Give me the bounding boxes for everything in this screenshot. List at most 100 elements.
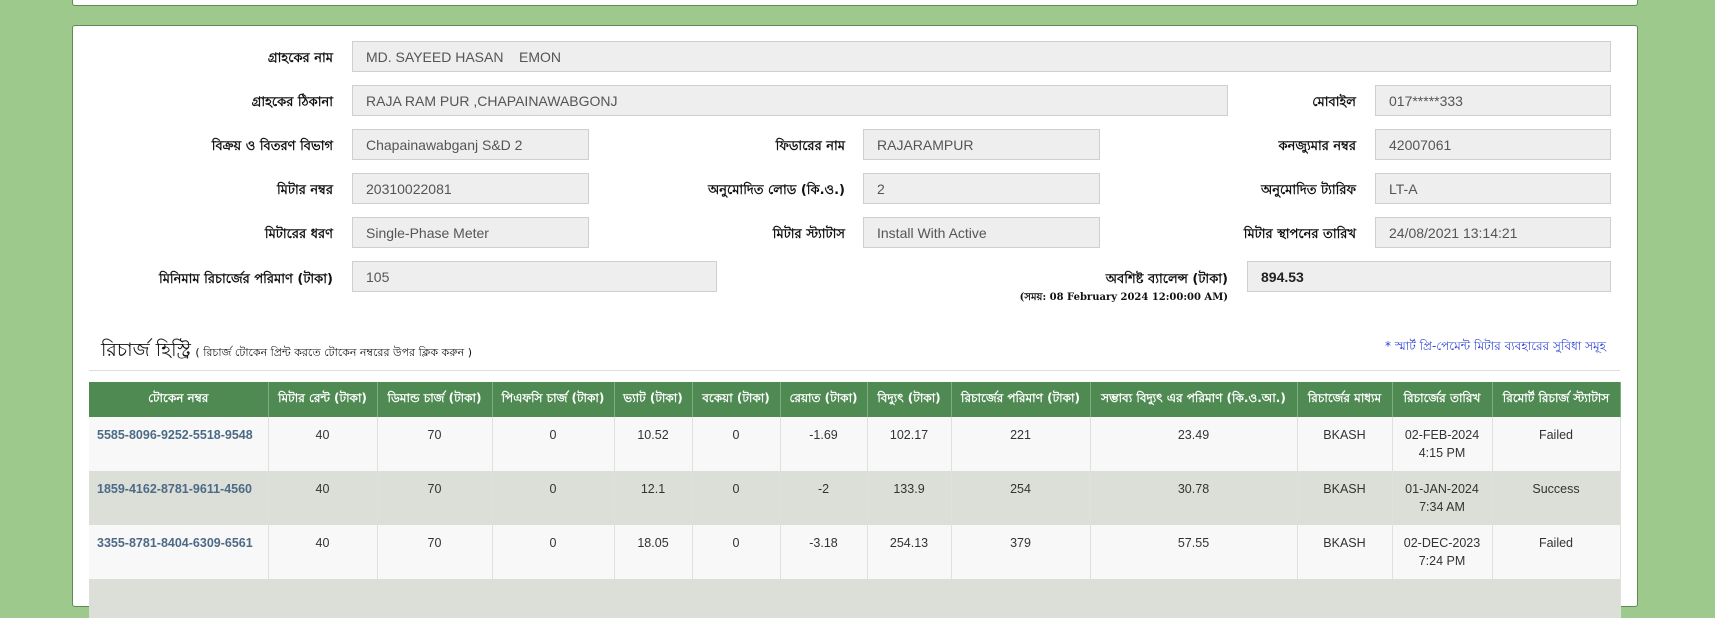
estimated-kwh-cell: 57.55 xyxy=(1090,525,1298,579)
recharge-medium-cell: BKASH xyxy=(1297,417,1393,471)
feeder-field: RAJARAMPUR xyxy=(863,129,1100,160)
demand-charge-cell: 70 xyxy=(377,471,493,525)
recharge-medium-cell: BKASH xyxy=(1297,471,1393,525)
recharge-time: 7:34 AM xyxy=(1419,500,1465,514)
smart-meter-benefits-link[interactable]: * স্মার্ট প্রি-পেমেন্ট মিটার ব্যবহারের স… xyxy=(1385,338,1606,358)
table-row-partial xyxy=(89,579,1621,618)
recharge-history-hint: ( রিচার্জ টোকেন প্রিন্ট করতে টোকেন নম্বর… xyxy=(195,346,473,359)
pfc-charge-cell: 0 xyxy=(492,471,615,525)
table-row: 1859-4162-8781-9611-4560 40 70 0 12.1 0 … xyxy=(89,471,1621,525)
mobile-field: 017*****333 xyxy=(1375,85,1611,116)
recharge-amount-cell: 221 xyxy=(951,417,1091,471)
consumer-number-field: 42007061 xyxy=(1375,129,1611,160)
table-row: 5585-8096-9252-5518-9548 40 70 0 10.52 0… xyxy=(89,417,1621,471)
col-header-demand-charge: ডিমান্ড চার্জ (টাকা) xyxy=(377,382,493,417)
col-header-arrear: বকেয়া (টাকা) xyxy=(692,382,781,417)
customer-address-field: RAJA RAM PUR ,CHAPAINAWABGONJ xyxy=(352,85,1228,116)
recharge-date: 02-DEC-2023 xyxy=(1403,536,1481,550)
recharge-date-cell: 02-DEC-2023 7:24 PM xyxy=(1392,525,1493,579)
recharge-date-cell: 02-FEB-2024 4:15 PM xyxy=(1392,417,1493,471)
remote-status-cell: Success xyxy=(1492,471,1621,525)
pfc-charge-cell: 0 xyxy=(492,417,615,471)
table-row: 3355-8781-8404-6309-6561 40 70 0 18.05 0… xyxy=(89,525,1621,579)
approved-load-field: 2 xyxy=(863,173,1100,204)
token-link[interactable]: 1859-4162-8781-9611-4560 xyxy=(89,471,269,525)
approved-load-label: অনুমোদিত লোড (কি.ও.) xyxy=(707,183,845,198)
vat-cell: 10.52 xyxy=(614,417,693,471)
recharge-date: 02-FEB-2024 xyxy=(1404,428,1480,442)
recharge-date-cell: 01-JAN-2024 7:34 AM xyxy=(1392,471,1493,525)
recharge-medium-cell: BKASH xyxy=(1297,525,1393,579)
approved-tariff-field: LT-A xyxy=(1375,173,1611,204)
meter-status-field: Install With Active xyxy=(863,217,1100,248)
partial-row-cell xyxy=(89,579,1621,618)
feeder-label: ফিডারের নাম xyxy=(775,139,845,154)
token-link[interactable]: 3355-8781-8404-6309-6561 xyxy=(89,525,269,579)
vat-cell: 12.1 xyxy=(614,471,693,525)
vat-cell: 18.05 xyxy=(614,525,693,579)
col-header-meter-rent: মিটার রেন্ট (টাকা) xyxy=(268,382,378,417)
rebate-cell: -3.18 xyxy=(780,525,868,579)
consumer-number-label: কনজ্যুমার নম্বর xyxy=(1278,139,1357,154)
balance-label: অবশিষ্ট ব্যালেন্স (টাকা) xyxy=(1105,272,1228,287)
customer-address-label: গ্রাহকের ঠিকানা xyxy=(251,95,333,110)
rebate-cell: -2 xyxy=(780,471,868,525)
install-date-label: মিটার স্থাপনের তারিখ xyxy=(1243,227,1356,242)
customer-name-field: MD. SAYEED HASAN EMON xyxy=(352,41,1611,72)
arrear-cell: 0 xyxy=(692,525,781,579)
pfc-charge-cell: 0 xyxy=(492,525,615,579)
divider xyxy=(89,370,1620,371)
col-header-recharge-amount: রিচার্জের পরিমাণ (টাকা) xyxy=(951,382,1091,417)
recharge-history-title: রিচার্জ হিস্ট্রি xyxy=(101,339,191,361)
arrear-cell: 0 xyxy=(692,417,781,471)
recharge-time: 7:24 PM xyxy=(1418,554,1466,568)
mobile-label: মোবাইল xyxy=(1312,95,1356,110)
recharge-amount-cell: 379 xyxy=(951,525,1091,579)
energy-cell: 133.9 xyxy=(867,471,952,525)
install-date-field: 24/08/2021 13:14:21 xyxy=(1375,217,1611,248)
col-header-recharge-medium: রিচার্জের মাধ্যম xyxy=(1297,382,1393,417)
recharge-history-table: টোকেন নম্বর মিটার রেন্ট (টাকা) ডিমান্ড চ… xyxy=(89,382,1621,618)
meter-type-field: Single-Phase Meter xyxy=(352,217,589,248)
recharge-time: 4:15 PM xyxy=(1418,446,1466,460)
token-link[interactable]: 5585-8096-9252-5518-9548 xyxy=(89,417,269,471)
balance-field: 894.53 xyxy=(1247,261,1611,292)
recharge-history-heading: রিচার্জ হিস্ট্রি ( রিচার্জ টোকেন প্রিন্ট… xyxy=(101,336,472,368)
col-header-estimated-kwh: সম্ভাব্য বিদ্যুৎ এর পরিমাণ (কি.ও.আ.) xyxy=(1090,382,1298,417)
arrear-cell: 0 xyxy=(692,471,781,525)
col-header-remote-status: রিমোর্ট রিচার্জ স্ট্যাটাস xyxy=(1492,382,1621,417)
customer-name-label: গ্রাহকের নাম xyxy=(267,51,333,66)
col-header-vat: ভ্যাট (টাকা) xyxy=(614,382,693,417)
division-field: Chapainawabganj S&D 2 xyxy=(352,129,589,160)
meter-number-label: মিটার নম্বর xyxy=(276,183,333,198)
energy-cell: 102.17 xyxy=(867,417,952,471)
meter-rent-cell: 40 xyxy=(268,417,378,471)
remote-status-cell: Failed xyxy=(1492,525,1621,579)
meter-rent-cell: 40 xyxy=(268,525,378,579)
top-panel xyxy=(72,0,1638,6)
rebate-cell: -1.69 xyxy=(780,417,868,471)
min-recharge-field: 105 xyxy=(352,261,717,292)
min-recharge-label: মিনিমাম রিচার্জের পরিমাণ (টাকা) xyxy=(158,272,333,287)
demand-charge-cell: 70 xyxy=(377,525,493,579)
col-header-rebate: রেয়াত (টাকা) xyxy=(780,382,868,417)
col-header-recharge-date: রিচার্জের তারিখ xyxy=(1392,382,1493,417)
meter-rent-cell: 40 xyxy=(268,471,378,525)
col-header-token: টোকেন নম্বর xyxy=(89,382,269,417)
demand-charge-cell: 70 xyxy=(377,417,493,471)
approved-tariff-label: অনুমোদিত ট্যারিফ xyxy=(1260,183,1356,198)
meter-number-field: 20310022081 xyxy=(352,173,589,204)
remote-status-cell: Failed xyxy=(1492,417,1621,471)
meter-type-label: মিটারের ধরণ xyxy=(264,227,333,242)
table-header-row: টোকেন নম্বর মিটার রেন্ট (টাকা) ডিমান্ড চ… xyxy=(89,382,1621,417)
col-header-pfc-charge: পিএফসি চার্জ (টাকা) xyxy=(492,382,615,417)
estimated-kwh-cell: 30.78 xyxy=(1090,471,1298,525)
recharge-amount-cell: 254 xyxy=(951,471,1091,525)
col-header-energy: বিদ্যুৎ (টাকা) xyxy=(867,382,952,417)
balance-asof-note: (সময়: 08 February 2024 12:00:00 AM) xyxy=(1019,292,1228,303)
energy-cell: 254.13 xyxy=(867,525,952,579)
recharge-date: 01-JAN-2024 xyxy=(1405,482,1479,496)
division-label: বিক্রয় ও বিতরণ বিভাগ xyxy=(211,139,333,154)
meter-status-label: মিটার স্ট্যাটাস xyxy=(772,227,845,242)
estimated-kwh-cell: 23.49 xyxy=(1090,417,1298,471)
